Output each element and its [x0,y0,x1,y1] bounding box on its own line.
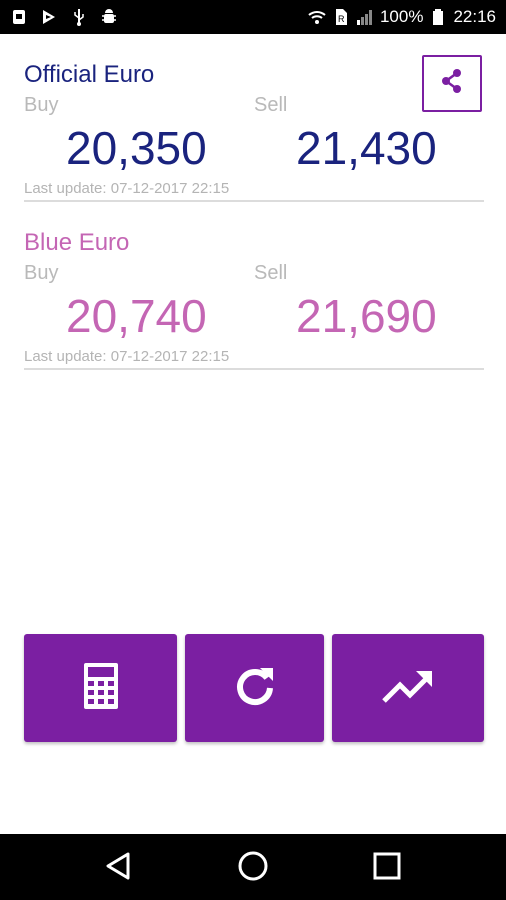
calculator-icon [83,662,118,714]
official-euro-title: Official Euro [24,61,155,88]
play-store-icon [40,8,58,26]
android-debug-icon [100,8,118,26]
back-button[interactable] [101,850,137,886]
official-euro-values: 20,350 21,430 [24,120,484,180]
divider [24,200,484,202]
sell-label: Sell [254,94,288,116]
official-buy-value: 20,350 [66,122,207,174]
home-button[interactable] [235,850,271,886]
blue-last-update: Last update: 07-12-2017 22:15 [24,348,230,365]
navigation-bar [0,834,506,900]
official-sell-value: 21,430 [296,122,437,174]
usb-icon [70,8,88,26]
trending-up-icon [382,669,434,708]
status-bar: R 100% 22:16 [0,0,506,34]
share-button[interactable] [422,55,482,112]
main-content: Official Euro Buy Sell 20,350 21,430 Las… [0,34,506,834]
recents-icon [372,851,402,886]
sell-label: Sell [254,262,288,284]
official-euro-labels: Buy Sell [24,94,484,120]
share-icon [438,67,466,100]
blue-euro-labels: Buy Sell [24,262,484,288]
svg-text:R: R [338,14,345,24]
official-last-update: Last update: 07-12-2017 22:15 [24,180,230,197]
home-icon [237,850,269,887]
blue-euro-values: 20,740 21,690 [24,288,484,348]
clock: 22:16 [453,7,496,26]
status-left-icons [10,8,118,26]
calculator-button[interactable] [24,634,177,742]
battery-icon [429,8,447,26]
action-buttons [24,634,484,742]
blue-euro-title: Blue Euro [24,229,130,256]
refresh-icon [233,664,277,713]
wifi-icon [308,8,326,26]
recents-button[interactable] [369,850,405,886]
official-euro-section: Official Euro Buy Sell 20,350 21,430 Las… [24,60,484,202]
chart-button[interactable] [332,634,484,742]
blue-sell-value: 21,690 [296,290,437,342]
blue-euro-section: Blue Euro Buy Sell 20,740 21,690 Last up… [24,228,484,370]
battery-percent: 100% [379,7,424,26]
sim-icon: R [332,8,350,26]
buy-label: Buy [24,94,59,116]
refresh-button[interactable] [185,634,324,742]
signal-icon [356,8,374,26]
blue-buy-value: 20,740 [66,290,207,342]
buy-label: Buy [24,262,59,284]
deskclock-icon [10,8,28,26]
status-right-icons: R 100% 22:16 [308,7,496,27]
divider [24,368,484,370]
back-icon [104,851,134,886]
